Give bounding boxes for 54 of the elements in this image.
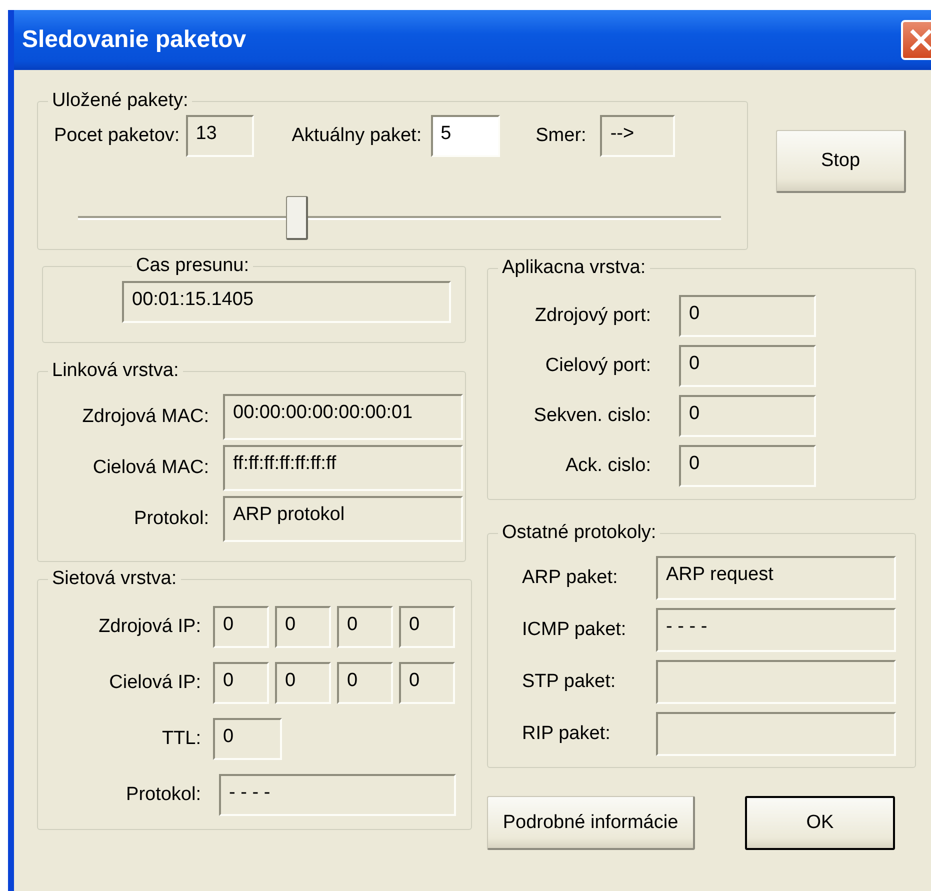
field-label: Protokol: bbox=[133, 508, 209, 530]
ip-octet-field: 0 bbox=[337, 662, 393, 704]
readonly-field: ARP request bbox=[656, 556, 896, 600]
field-label: Sekven. cislo: bbox=[532, 405, 651, 427]
readonly-field: 0 bbox=[679, 295, 816, 337]
close-icon bbox=[910, 29, 931, 51]
group-title: Linková vrstva: bbox=[51, 360, 180, 382]
ip-octet-field: 0 bbox=[399, 662, 455, 704]
field-label: Cielová IP: bbox=[108, 672, 201, 694]
stop-button[interactable]: Stop bbox=[776, 130, 906, 193]
field-label: Smer: bbox=[536, 125, 586, 147]
group-title: Aplikacna vrstva: bbox=[501, 257, 647, 279]
field-label: Zdrojový port: bbox=[534, 305, 651, 327]
slider-thumb[interactable] bbox=[286, 196, 308, 240]
readonly-field: 00:01:15.1405 bbox=[122, 281, 451, 323]
ip-octet-field: 0 bbox=[337, 606, 393, 648]
field-label: Cielová MAC: bbox=[92, 457, 209, 479]
group-title: Sietová vrstva: bbox=[51, 568, 178, 590]
readonly-field: --> bbox=[600, 115, 676, 157]
field-label: Ack. cislo: bbox=[564, 455, 651, 477]
field-label: RIP paket: bbox=[522, 723, 612, 745]
readonly-field: 13 bbox=[186, 115, 254, 157]
field-label: Protokol: bbox=[125, 784, 201, 806]
readonly-field: 0 bbox=[679, 395, 816, 437]
close-button[interactable] bbox=[901, 20, 931, 60]
field-label: Cielový port: bbox=[544, 355, 651, 377]
ip-octet-field: 0 bbox=[399, 606, 455, 648]
details-button[interactable]: Podrobné informácie bbox=[487, 796, 695, 850]
group-title: Cas presunu: bbox=[135, 255, 250, 277]
field-label: STP paket: bbox=[522, 671, 617, 693]
ip-octet-field: 0 bbox=[275, 662, 331, 704]
field-label: Aktuálny paket: bbox=[292, 125, 422, 147]
readonly-field: 00:00:00:00:00:00:01 bbox=[223, 394, 463, 440]
group-title: Ostatné protokoly: bbox=[501, 522, 658, 544]
ok-button[interactable]: OK bbox=[745, 796, 895, 850]
group-title: Uložené pakety: bbox=[51, 90, 190, 112]
ip-octet-field: 0 bbox=[213, 662, 269, 704]
readonly-field: ff:ff:ff:ff:ff:ff:ff bbox=[223, 445, 463, 491]
readonly-field: 0 bbox=[213, 718, 282, 760]
field-label: ARP paket: bbox=[522, 567, 619, 589]
field-label: Pocet paketov: bbox=[54, 125, 180, 147]
ip-octet-field: 0 bbox=[275, 606, 331, 648]
field-label: TTL: bbox=[160, 728, 201, 750]
field-label: ICMP paket: bbox=[522, 619, 628, 641]
window-title: Sledovanie paketov bbox=[22, 26, 246, 54]
readonly-field: 0 bbox=[679, 445, 816, 487]
input-field[interactable]: 5 bbox=[430, 115, 500, 157]
field-label: Zdrojová MAC: bbox=[81, 406, 209, 428]
readonly-field: ARP protokol bbox=[223, 496, 463, 542]
ip-octet-field: 0 bbox=[213, 606, 269, 648]
readonly-field: - - - - bbox=[219, 774, 456, 816]
readonly-field: 0 bbox=[679, 345, 816, 387]
readonly-field: - - - - bbox=[656, 608, 896, 652]
field-label: Zdrojová IP: bbox=[98, 616, 201, 638]
